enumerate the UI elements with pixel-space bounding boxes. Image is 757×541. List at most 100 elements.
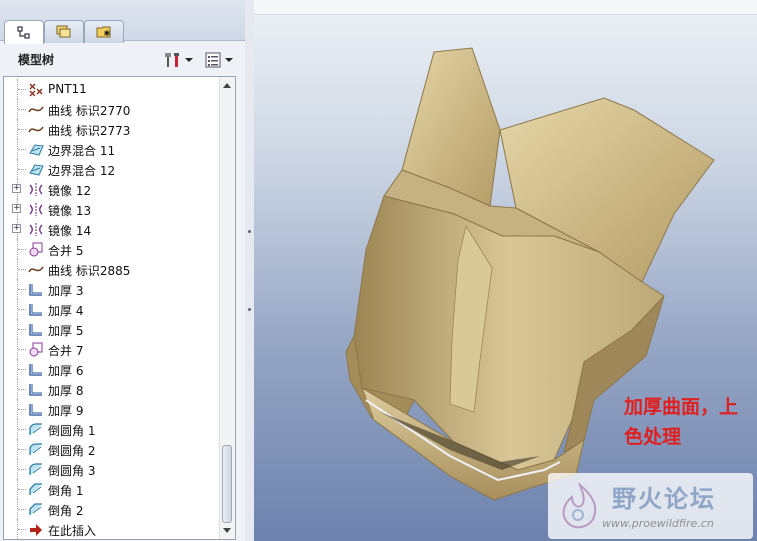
tree-item-label: 曲线 标识2773 <box>48 124 131 138</box>
splitter-grip <box>248 230 251 233</box>
tree-item[interactable]: 加厚 3 <box>4 279 218 299</box>
tree-item-label: 加厚 8 <box>48 384 84 398</box>
tree-connector-line <box>18 269 26 271</box>
tree-connector-line <box>18 409 26 411</box>
tree-item[interactable]: PNT11 <box>4 79 218 99</box>
tree-item-label: 边界混合 12 <box>48 164 116 178</box>
thicken-icon <box>29 304 42 316</box>
model-tree-panel: ✱ 模型树 PNT11 曲线 标识2770 曲线 标识2773 边界混合 11 … <box>0 0 246 541</box>
tree-scrollbar[interactable] <box>219 77 235 539</box>
tab-model-tree[interactable] <box>4 20 44 44</box>
tree-item-label: 加厚 9 <box>48 404 84 418</box>
tree-connector-line <box>18 309 26 311</box>
tree-connector-line <box>18 89 26 91</box>
flame-logo <box>562 481 597 529</box>
tree-connector-line <box>18 169 26 171</box>
tree-item[interactable]: 倒角 2 <box>4 499 218 519</box>
tree-item-label: 合并 5 <box>48 244 84 258</box>
watermark-title: 野火论坛 <box>612 485 716 513</box>
tree-item-label: 加厚 5 <box>48 324 84 338</box>
tree-item-label: 曲线 标识2885 <box>48 264 131 278</box>
tree-item[interactable]: 倒圆角 2 <box>4 439 218 459</box>
watermark-url: www.proewildfire.cn <box>602 517 714 530</box>
chevron-down-icon <box>225 58 233 62</box>
tree-item[interactable]: 边界混合 11 <box>4 139 218 159</box>
tree-item[interactable]: 加厚 9 <box>4 399 218 419</box>
tree-item[interactable]: 加厚 8 <box>4 379 218 399</box>
scroll-up-icon[interactable] <box>223 83 231 88</box>
thicken-icon <box>29 404 42 416</box>
chevron-down-icon <box>185 58 193 62</box>
curve-icon <box>28 266 44 273</box>
boundary-blend-icon <box>29 144 44 156</box>
tree-item[interactable]: 倒圆角 3 <box>4 459 218 479</box>
expand-plus-icon[interactable]: + <box>12 204 21 213</box>
tree-connector-line <box>18 109 26 111</box>
tree-item-label: 合并 7 <box>48 344 84 358</box>
tree-settings-button[interactable] <box>204 50 234 70</box>
tree-item[interactable]: 曲线 标识2770 <box>4 99 218 119</box>
round-icon <box>29 463 42 475</box>
tree-item[interactable]: 边界混合 12 <box>4 159 218 179</box>
tree-connector-line <box>18 469 26 471</box>
tree-item[interactable]: 合并 5 <box>4 239 218 259</box>
ironman-mask-model[interactable] <box>254 0 757 541</box>
tree-item[interactable]: 曲线 标识2885 <box>4 259 218 279</box>
tree-connector-line <box>18 449 26 451</box>
tree-connector-line <box>18 529 26 531</box>
tree-item[interactable]: 倒圆角 1 <box>4 419 218 439</box>
tree-item[interactable]: 曲线 标识2773 <box>4 119 218 139</box>
tree-connector-line <box>18 149 26 151</box>
round-icon <box>29 423 42 435</box>
splitter-grip <box>248 308 251 311</box>
tree-connector-line <box>18 329 26 331</box>
navigator-tabbar: ✱ <box>0 0 245 44</box>
tab-favorites[interactable]: ✱ <box>84 20 124 43</box>
tree-item-label: 倒圆角 3 <box>48 464 96 478</box>
tree-item-label: 倒圆角 1 <box>48 424 96 438</box>
tree-item[interactable]: 加厚 4 <box>4 299 218 319</box>
tab-folder-browser[interactable] <box>44 20 84 43</box>
tree-item[interactable]: + 镜像 12 <box>4 179 218 199</box>
annotation-note: 加厚曲面，上 色处理 <box>624 392 754 452</box>
tree-item-label: 镜像 13 <box>48 204 92 218</box>
expand-plus-icon[interactable]: + <box>12 184 21 193</box>
tree-item-label: 边界混合 11 <box>48 144 116 158</box>
tree-connector-line <box>18 129 26 131</box>
model-tree[interactable]: PNT11 曲线 标识2770 曲线 标识2773 边界混合 11 边界混合 12 + 镜像… <box>3 76 236 540</box>
tree-item[interactable]: 合并 7 <box>4 339 218 359</box>
datum-point-icon <box>29 83 43 97</box>
tree-item-label: 镜像 12 <box>48 184 92 198</box>
tree-item[interactable]: + 镜像 13 <box>4 199 218 219</box>
panel-title: 模型树 <box>18 53 55 67</box>
forum-watermark: 野火论坛 www.proewildfire.cn <box>548 473 753 539</box>
tree-item-label: 镜像 14 <box>48 224 92 238</box>
tree-item[interactable]: + 镜像 14 <box>4 219 218 239</box>
settings-list-icon <box>205 52 221 68</box>
annotation-line: 加厚曲面，上 <box>624 396 739 418</box>
scroll-down-icon[interactable] <box>223 528 231 533</box>
tree-item[interactable]: 倒角 1 <box>4 479 218 499</box>
tree-connector-line <box>18 489 26 491</box>
tree-item-label: 曲线 标识2770 <box>48 104 131 118</box>
tree-item[interactable]: 加厚 6 <box>4 359 218 379</box>
scroll-thumb[interactable] <box>222 445 232 523</box>
tree-item[interactable]: 在此插入 <box>4 519 218 539</box>
thicken-icon <box>29 324 42 336</box>
tree-item-label: 倒角 2 <box>48 504 84 518</box>
tree-connector-line <box>18 509 26 511</box>
tree-connector-line <box>18 289 26 291</box>
tree-tools-button[interactable] <box>164 50 194 70</box>
folder-browser-icon <box>56 25 71 38</box>
mirror-icon <box>29 223 43 236</box>
mirror-icon <box>29 183 43 196</box>
merge-icon <box>29 342 43 357</box>
thicken-icon <box>29 284 42 296</box>
expand-plus-icon[interactable]: + <box>12 224 21 233</box>
tree-item-label: 加厚 4 <box>48 304 84 318</box>
tree-item[interactable]: 加厚 5 <box>4 319 218 339</box>
merge-icon <box>29 242 43 257</box>
insert-here-arrow-icon <box>30 524 42 536</box>
graphics-viewport[interactable]: 加厚曲面，上 色处理 野火论坛 www.proewildfire.cn <box>254 0 757 541</box>
thicken-icon <box>29 364 42 376</box>
